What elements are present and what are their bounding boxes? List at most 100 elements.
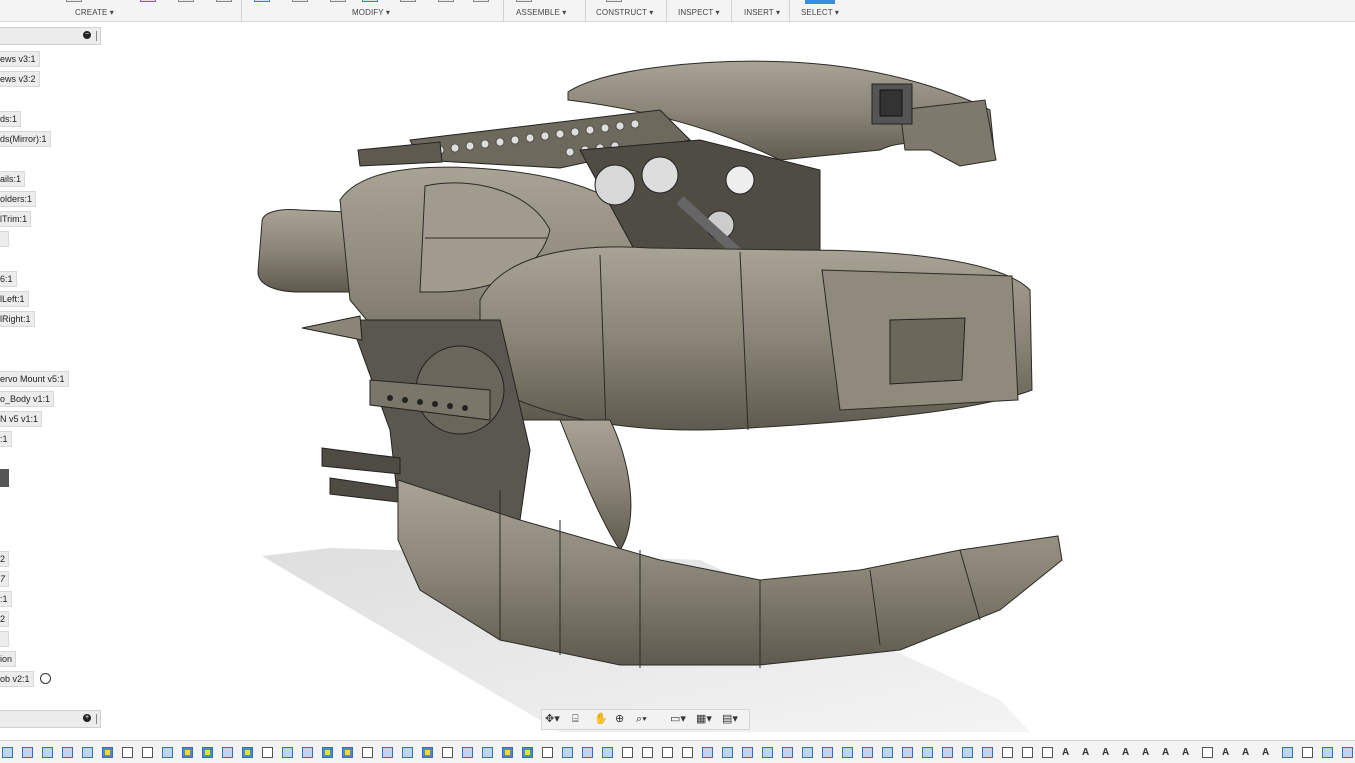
timeline-feature-icon[interactable] [1302,747,1313,758]
timeline-feature-icon[interactable] [942,747,953,758]
timeline-feature-icon[interactable] [802,747,813,758]
timeline-feature-icon[interactable] [842,747,853,758]
browser-component-item[interactable] [0,631,9,647]
insert-menu[interactable]: INSERT ▾ [744,8,780,17]
pan-icon[interactable]: ✋ [594,712,608,726]
timeline-feature-icon[interactable] [82,747,93,758]
revolve-icon[interactable] [178,0,194,2]
timeline-feature-icon[interactable] [222,747,233,758]
browser-component-item[interactable]: 2 [0,611,10,627]
browser-selected-item[interactable] [0,469,9,487]
timeline-feature-icon[interactable] [142,747,153,758]
timeline-feature-icon[interactable] [922,747,933,758]
timeline-feature-icon[interactable] [462,747,473,758]
timeline-feature-icon[interactable] [882,747,893,758]
browser-component-item[interactable]: ews v3:2 [0,71,40,87]
timeline-feature-icon[interactable]: A [1082,747,1093,758]
timeline-feature-icon[interactable] [1282,747,1293,758]
timeline-feature-icon[interactable] [422,747,433,758]
timeline-feature-icon[interactable] [282,747,293,758]
plus-circle-icon[interactable]: + [83,714,91,722]
timeline-feature-icon[interactable] [1322,747,1333,758]
create-sketch-icon[interactable] [66,0,82,2]
timeline-feature-icon[interactable] [102,747,113,758]
timeline-feature-icon[interactable]: A [1102,747,1113,758]
browser-component-item[interactable]: 2 [0,551,10,567]
form-icon[interactable] [140,0,156,2]
browser-component-item[interactable]: ervo Mount v5:1 [0,371,69,387]
timeline-feature-icon[interactable] [2,747,13,758]
browser-component-item[interactable]: olders:1 [0,191,37,207]
visibility-toggle-icon[interactable] [40,673,51,684]
timeline-feature-icon[interactable] [302,747,313,758]
timeline-feature-icon[interactable] [822,747,833,758]
fit-icon[interactable]: ⌕▾ [636,712,647,726]
orbit-icon[interactable]: ✥▾ [545,712,560,726]
align-icon[interactable] [473,0,489,2]
browser-component-item[interactable] [0,231,9,247]
shell-icon[interactable] [362,0,378,2]
assemble-menu[interactable]: ASSEMBLE ▾ [516,8,566,17]
timeline-feature-icon[interactable] [442,747,453,758]
timeline-feature-icon[interactable] [522,747,533,758]
browser-component-item[interactable]: o_Body v1:1 [0,391,55,407]
hole-icon[interactable] [216,0,232,2]
combine-icon[interactable] [400,0,416,2]
timeline-feature-icon[interactable] [662,747,673,758]
browser-component-item[interactable]: lLeft:1 [0,291,29,307]
timeline-feature-icon[interactable] [342,747,353,758]
timeline-feature-icon[interactable] [162,747,173,758]
timeline-feature-icon[interactable] [1042,747,1053,758]
browser-component-item[interactable]: ion [0,651,17,667]
browser-component-item[interactable]: lTrim:1 [0,211,32,227]
zoom-icon[interactable]: ⊕ [615,712,624,726]
timeline-feature-icon[interactable] [742,747,753,758]
grid-icon[interactable]: ▦▾ [696,712,712,726]
timeline-feature-icon[interactable] [362,747,373,758]
minus-circle-icon[interactable]: − [83,31,91,39]
browser-component-item[interactable]: ails:1 [0,171,26,187]
browser-component-item[interactable]: N v5 v1:1 [0,411,43,427]
timeline-feature-icon[interactable] [402,747,413,758]
timeline-feature-icon[interactable]: A [1062,747,1073,758]
look-at-icon[interactable]: ⌸ [572,712,579,726]
browser-component-item[interactable]: :1 [0,591,12,607]
plane-icon[interactable] [606,0,622,2]
timeline-feature-icon[interactable] [782,747,793,758]
fillet-icon[interactable] [292,0,308,2]
timeline-feature-icon[interactable] [682,747,693,758]
display-settings-icon[interactable]: ▭▾ [670,712,686,726]
timeline-feature-icon[interactable] [182,747,193,758]
create-menu[interactable]: CREATE ▾ [75,8,114,17]
timeline-feature-icon[interactable]: A [1242,747,1253,758]
timeline-feature-icon[interactable] [482,747,493,758]
panel-grip[interactable] [96,714,97,724]
timeline-feature-icon[interactable] [902,747,913,758]
timeline-feature-icon[interactable] [562,747,573,758]
timeline-feature-icon[interactable] [602,747,613,758]
timeline-feature-icon[interactable] [722,747,733,758]
joint-icon[interactable] [516,0,532,2]
modify-menu[interactable]: MODIFY ▾ [352,8,390,17]
timeline-feature-icon[interactable] [762,747,773,758]
move-icon[interactable] [438,0,454,2]
viewports-icon[interactable]: ▤▾ [722,712,738,726]
timeline-feature-icon[interactable] [62,747,73,758]
timeline-feature-icon[interactable] [382,747,393,758]
panel-grip[interactable] [96,31,97,41]
timeline-feature-icon[interactable]: A [1142,747,1153,758]
canvas-viewport[interactable]: ✥▾ ⌸ ✋ ⊕ ⌕▾ ▭▾ ▦▾ ▤▾ [102,22,1355,732]
timeline-feature-icon[interactable] [542,747,553,758]
select-menu[interactable]: SELECT ▾ [801,8,839,17]
timeline-feature-icon[interactable] [242,747,253,758]
browser-component-item[interactable]: ds(Mirror):1 [0,131,51,147]
timeline-feature-icon[interactable]: A [1182,747,1193,758]
timeline-feature-icon[interactable] [702,747,713,758]
timeline-feature-icon[interactable] [862,747,873,758]
browser-component-item[interactable]: ob v2:1 [0,671,34,687]
browser-component-item[interactable]: 7 [0,571,10,587]
browser-component-item[interactable]: :1 [0,431,12,447]
timeline-feature-icon[interactable] [262,747,273,758]
timeline-feature-icon[interactable] [1202,747,1213,758]
timeline-feature-icon[interactable] [1022,747,1033,758]
